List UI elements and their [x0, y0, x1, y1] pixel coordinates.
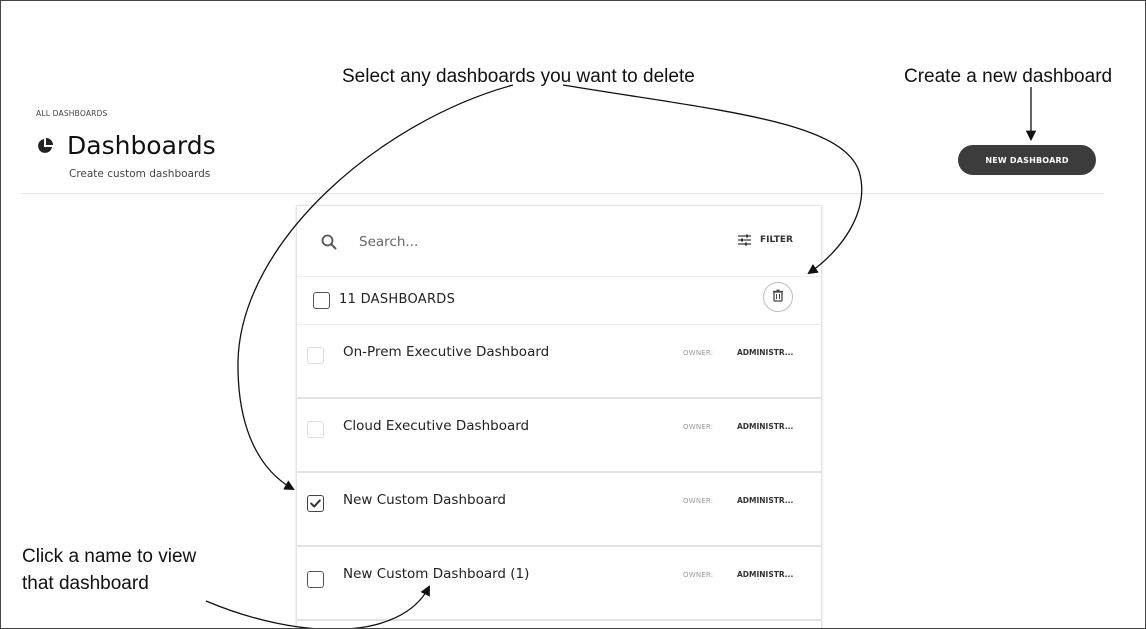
page-title: Dashboards [67, 131, 216, 160]
new-dashboard-button[interactable]: NEW DASHBOARD [958, 145, 1096, 175]
dashboard-list-panel: FILTER 11 DASHBOARDS [296, 205, 822, 628]
row-checkbox[interactable] [307, 571, 324, 588]
annotation-click-name-1: Click a name to view [22, 546, 197, 567]
search-icon [321, 234, 337, 250]
dashboard-row[interactable]: On-Prem Executive Dashboard OWNER: ADMIN… [297, 325, 821, 399]
dashboard-row[interactable]: New Custom Dashboard OWNER: ADMINISTR... [297, 473, 821, 547]
owner-label: OWNER: [683, 571, 714, 579]
row-checkbox[interactable] [307, 421, 324, 438]
owner-value: ADMINISTR... [737, 348, 794, 357]
page-header: ALL DASHBOARDS Dashboards Create custom … [1, 1, 1145, 201]
delete-button[interactable] [763, 282, 793, 312]
search-bar: FILTER [297, 206, 821, 277]
select-all-row: 11 DASHBOARDS [297, 276, 821, 325]
dashboard-row[interactable]: New Custom Dashboard (1) OWNER: ADMINIST… [297, 547, 821, 621]
filter-button[interactable]: FILTER [738, 234, 793, 246]
breadcrumb[interactable]: ALL DASHBOARDS [36, 109, 108, 118]
trash-icon [772, 289, 784, 305]
screenshot-frame: Select any dashboards you want to delete… [0, 0, 1146, 629]
title-row: Dashboards [36, 131, 216, 161]
owner-label: OWNER: [683, 349, 714, 357]
dashboard-name[interactable]: New Custom Dashboard (1) [343, 566, 529, 582]
select-all-checkbox[interactable] [313, 292, 330, 309]
owner-label: OWNER: [683, 423, 714, 431]
dashboard-name[interactable]: Cloud Executive Dashboard [343, 418, 529, 434]
search-input[interactable] [357, 230, 661, 254]
dashboard-name[interactable]: New Custom Dashboard [343, 492, 506, 508]
dashboard-row[interactable]: Cloud Executive Dashboard OWNER: ADMINIS… [297, 399, 821, 473]
owner-label: OWNER: [683, 497, 714, 505]
dashboard-count: 11 DASHBOARDS [339, 292, 456, 307]
sliders-icon [738, 234, 752, 246]
owner-value: ADMINISTR... [737, 496, 794, 505]
row-checkbox-checked[interactable] [307, 495, 324, 512]
owner-value: ADMINISTR... [737, 570, 794, 579]
header-divider [21, 193, 1104, 194]
pie-chart-icon [36, 137, 54, 155]
checkmark-icon [310, 499, 321, 508]
dashboard-name[interactable]: On-Prem Executive Dashboard [343, 344, 549, 360]
owner-value: ADMINISTR... [737, 422, 794, 431]
row-checkbox[interactable] [307, 347, 324, 364]
page-subtitle: Create custom dashboards [69, 168, 211, 180]
filter-label: FILTER [760, 235, 793, 245]
annotation-click-name-2: that dashboard [22, 573, 149, 594]
